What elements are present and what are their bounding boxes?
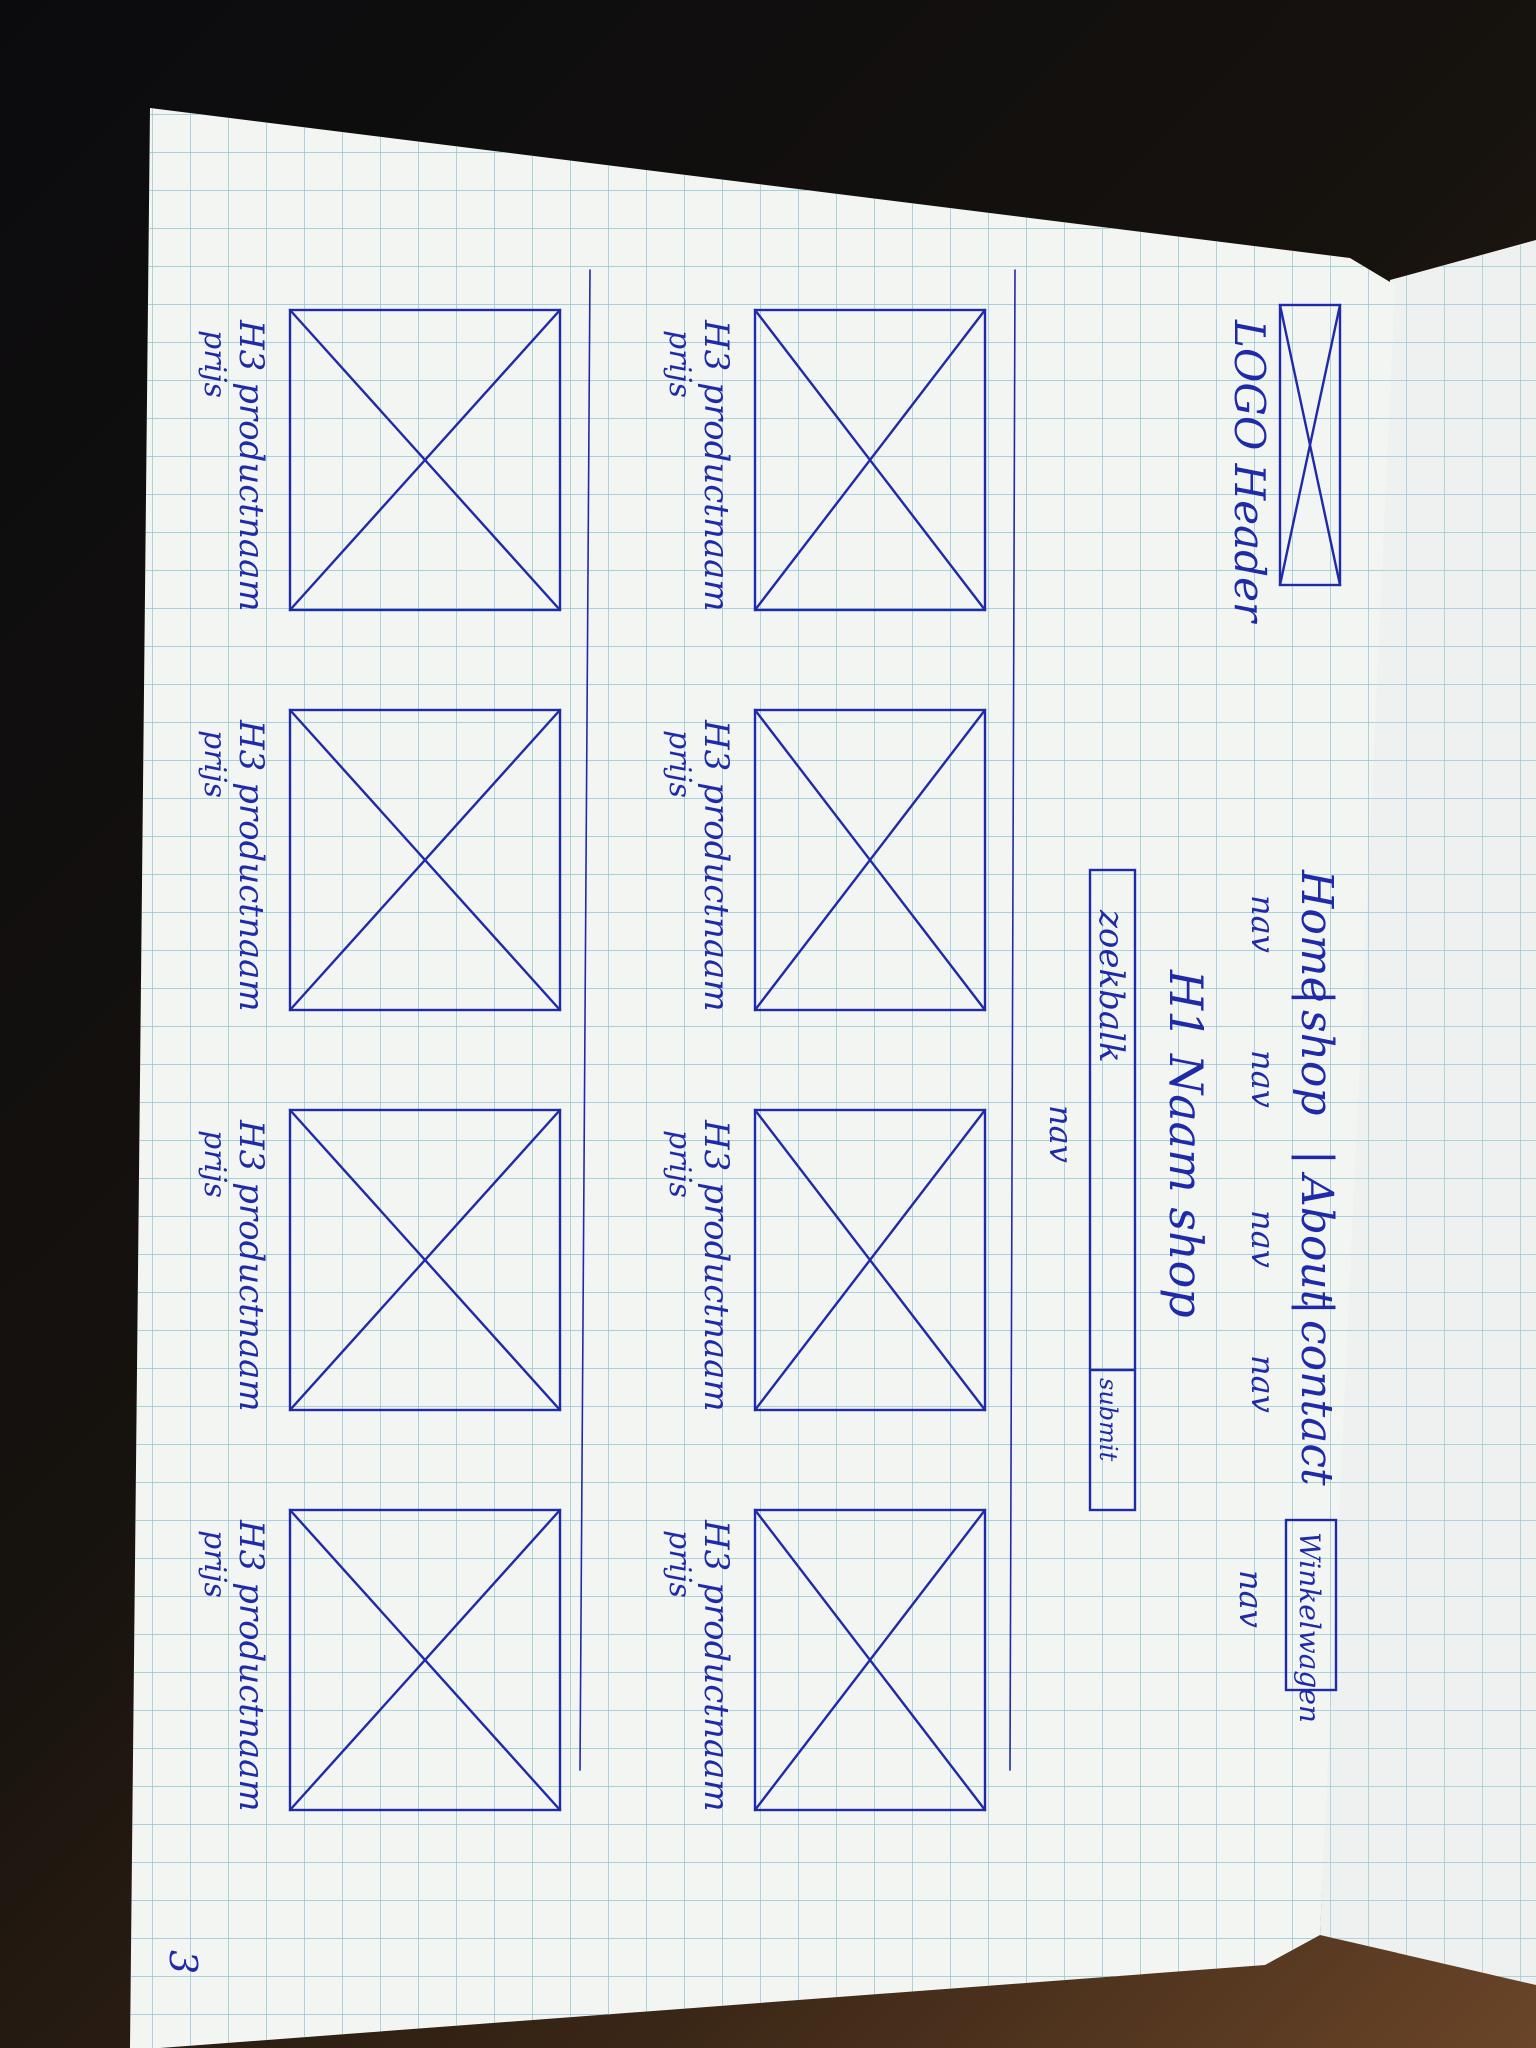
product-price: prijs xyxy=(197,730,232,798)
page-number: 3 xyxy=(161,1950,205,1974)
product-name: H3 productnaam xyxy=(696,719,736,1012)
product-name: H3 productnaam xyxy=(696,319,736,612)
product-name: H3 productnaam xyxy=(696,1119,736,1412)
nav-annotation: nav xyxy=(1244,1355,1282,1413)
product-price: prijs xyxy=(662,730,697,798)
nav-separator: | xyxy=(1291,1150,1342,1165)
nav-link-shop[interactable]: shop xyxy=(1291,1010,1342,1116)
product-name: H3 productnaam xyxy=(231,1519,271,1812)
search-annotation: nav xyxy=(1042,1105,1080,1163)
submit-button[interactable]: submit xyxy=(1094,1378,1122,1462)
product-price: prijs xyxy=(197,330,232,398)
product-name: H3 productnaam xyxy=(231,719,271,1012)
page-title: H1 Naam shop xyxy=(1159,969,1213,1318)
nav-annotation: nav xyxy=(1244,1210,1282,1268)
product-price: prijs xyxy=(662,1530,697,1598)
product-name: H3 productnaam xyxy=(231,319,271,612)
nav-annotation: nav xyxy=(1244,895,1282,953)
product-name: H3 productnaam xyxy=(696,1519,736,1812)
product-price: prijs xyxy=(197,1130,232,1198)
nav-link-home[interactable]: Home xyxy=(1291,869,1342,1003)
nav-link-about[interactable]: About xyxy=(1291,1171,1342,1308)
nav-separator: | xyxy=(1291,990,1342,1005)
notebook-photo: LOGO Header Home | shop | About | contac… xyxy=(130,108,1536,2048)
nav-link-contact[interactable]: contact xyxy=(1291,1320,1342,1486)
product-name: H3 productnaam xyxy=(231,1119,271,1412)
product-price: prijs xyxy=(662,1130,697,1198)
cart-label: Winkelwagen xyxy=(1293,1532,1326,1723)
nav-annotation: nav xyxy=(1244,1050,1282,1108)
nav-separator: | xyxy=(1291,1300,1342,1315)
cart-annotation: nav xyxy=(1232,1570,1270,1628)
product-price: prijs xyxy=(197,1530,232,1598)
product-price: prijs xyxy=(662,330,697,398)
header-logo-label: LOGO Header xyxy=(1225,319,1274,625)
search-input[interactable]: zoekbalk xyxy=(1091,909,1131,1063)
